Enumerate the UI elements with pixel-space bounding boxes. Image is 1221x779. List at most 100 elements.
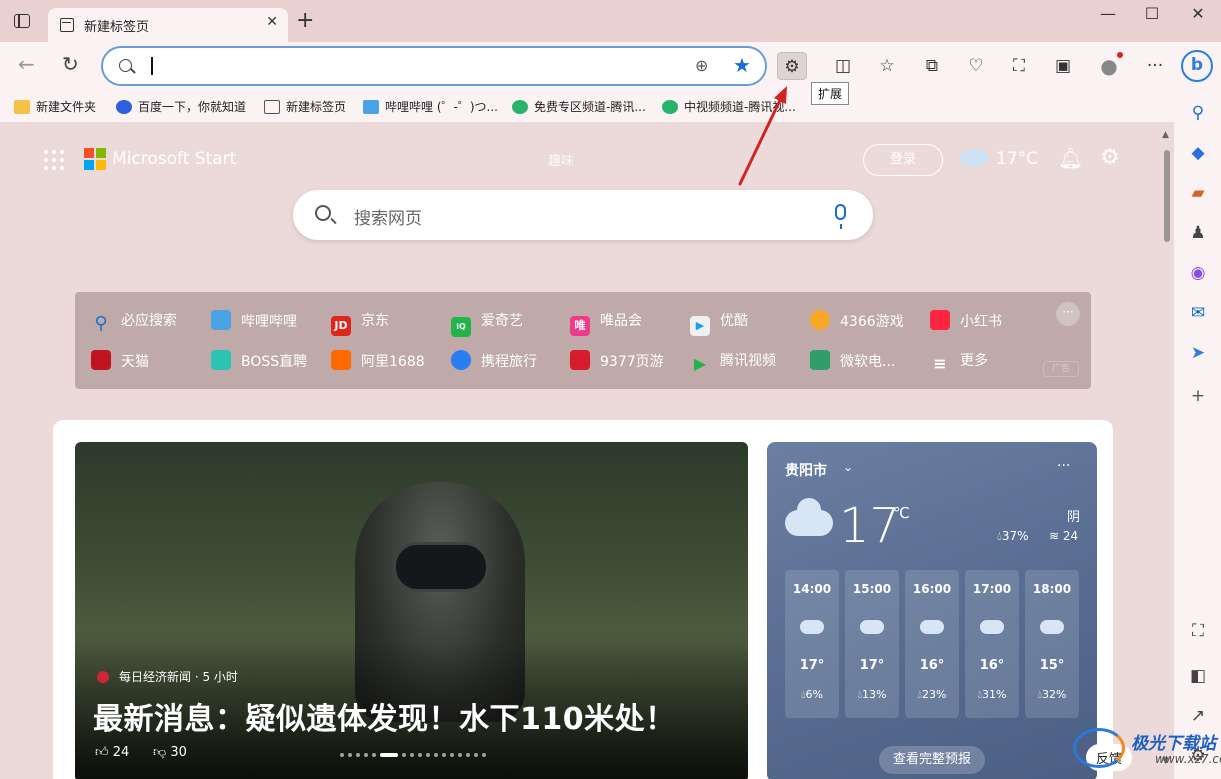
quick-link-label: 4366游戏 — [840, 314, 904, 330]
sidebar-toggle-icon[interactable]: ▣ — [1048, 52, 1078, 80]
weather-card[interactable]: 贵阳市 ⌄ ··· 17 ℃ 阴 💧︎37% ≋ 24 14:00 17° 💧︎… — [767, 442, 1097, 779]
quick-link[interactable]: 9377页游 — [570, 350, 664, 371]
tab-close-icon[interactable]: ✕ — [266, 14, 278, 30]
favorite-star-icon[interactable]: ★ — [733, 53, 751, 77]
quick-link-label: 天猫 — [121, 354, 149, 370]
quick-link[interactable]: BOSS直聘 — [211, 350, 307, 371]
quick-link[interactable]: iQ 爱奇艺 — [451, 310, 523, 337]
dislike-button[interactable]: 👎︎ 30 — [153, 745, 187, 760]
quick-link[interactable]: ≡ 更多 — [930, 350, 988, 374]
page-scrollbar[interactable]: ▲ ▼ — [1160, 128, 1174, 768]
search-icon — [119, 59, 132, 72]
refresh-icon[interactable]: ↻ — [62, 54, 79, 74]
favorite-item[interactable]: 哔哩哔哩 (゜-゜)つ... — [363, 98, 498, 115]
quick-link[interactable]: 微软电... — [810, 350, 895, 371]
quick-link[interactable]: 天猫 — [91, 350, 149, 371]
favorite-label: 新建标签页 — [286, 100, 347, 114]
hour-time: 15:00 — [852, 582, 892, 596]
gear-icon[interactable]: ⚙ — [1100, 145, 1120, 170]
new-tab-button[interactable]: + — [296, 10, 314, 32]
close-window-button[interactable]: ✕ — [1175, 4, 1221, 23]
quick-link-label: BOSS直聘 — [241, 354, 308, 370]
scrollbar-thumb[interactable] — [1164, 150, 1170, 242]
like-button[interactable]: 👍︎ 24 — [95, 745, 129, 760]
collections-icon[interactable]: ⧉ — [917, 52, 947, 80]
zoom-icon[interactable]: ⊕ — [695, 56, 708, 75]
web-search-box[interactable]: 搜索网页 — [293, 190, 873, 240]
quick-link[interactable]: ▶ 腾讯视频 — [690, 350, 776, 374]
maximize-button[interactable]: ☐ — [1129, 4, 1175, 23]
quick-link[interactable]: 携程旅行 — [451, 350, 537, 371]
full-forecast-button[interactable]: 查看完整预报 — [879, 746, 985, 774]
quick-link[interactable]: 阿里1688 — [331, 350, 425, 371]
quick-links-more-icon[interactable]: ··· — [1056, 302, 1080, 326]
scroll-up-arrow-icon[interactable]: ▲ — [1162, 130, 1169, 140]
tools-briefcase-icon[interactable]: ▰ — [1187, 182, 1209, 204]
cloud-icon — [800, 620, 824, 634]
quick-link[interactable]: JD 京东 — [331, 310, 389, 336]
cloud-icon — [920, 620, 944, 634]
profile-notification-dot — [1117, 52, 1123, 58]
4366-game-icon — [810, 310, 830, 330]
tab-new-tab[interactable]: 新建标签页 ✕ — [48, 8, 288, 42]
favorite-item[interactable]: 免费专区频道-腾讯... — [512, 98, 646, 115]
back-arrow-icon[interactable]: ← — [18, 54, 35, 74]
split-screen-icon[interactable]: ◫ — [828, 52, 858, 80]
hour-temp: 16° — [979, 658, 1005, 673]
quick-link[interactable]: 小红书 — [930, 310, 1002, 331]
boss-zhipin-icon — [211, 350, 231, 370]
news-headline[interactable]: 最新消息：疑似遗体发现！水下110米处！ — [93, 694, 676, 738]
bell-icon[interactable]: 🔔︎ — [1058, 146, 1083, 170]
hide-sidebar-icon[interactable]: ◧ — [1187, 665, 1209, 687]
news-source: 每日经济新闻 · 5 小时 — [119, 670, 238, 684]
hero-news-card[interactable]: 每日经济新闻 · 5 小时 最新消息：疑似遗体发现！水下110米处！ 👍︎ 24… — [75, 442, 748, 779]
bing-copilot-icon[interactable]: b — [1181, 50, 1213, 82]
weather-city[interactable]: 贵阳市 — [785, 460, 827, 480]
screenshot-icon[interactable]: ⛶ — [1004, 52, 1034, 80]
tab-actions-icon[interactable] — [14, 14, 30, 28]
microsoft-365-icon[interactable]: ◉ — [1187, 262, 1209, 284]
screenshot-icon[interactable]: ⛶ — [1187, 620, 1209, 642]
favorite-item[interactable]: 百度一下，你就知道 — [116, 98, 246, 115]
favorite-item[interactable]: 新建文件夹 — [14, 98, 96, 115]
bilibili-icon — [211, 310, 231, 330]
app-launcher-icon[interactable] — [44, 150, 64, 170]
quick-link[interactable]: 4366游戏 — [810, 310, 904, 331]
quick-link[interactable]: ▶ 优酷 — [690, 310, 748, 336]
weather-more-icon[interactable]: ··· — [1057, 458, 1070, 474]
quick-link-label: 爱奇艺 — [481, 313, 523, 329]
quick-link[interactable]: 唯唯品会 — [570, 310, 642, 336]
top-nav-link[interactable]: 趣味 — [548, 150, 574, 169]
favorite-item[interactable]: 新建标签页 — [264, 98, 346, 115]
quick-link-label: 阿里1688 — [361, 354, 425, 370]
more-menu-icon[interactable]: ··· — [1140, 52, 1170, 80]
chevron-down-icon[interactable]: ⌄ — [843, 460, 853, 474]
search-icon[interactable]: ⚲ — [1187, 102, 1209, 124]
login-button[interactable]: 登录 — [863, 144, 943, 176]
address-bar[interactable]: ⊕ ★ — [101, 46, 767, 86]
hour-precip: 💧︎13% — [857, 688, 887, 701]
hour-temp: 15° — [1039, 658, 1065, 673]
carousel-dots[interactable] — [340, 753, 486, 757]
shopping-tag-icon[interactable]: ◆ — [1187, 142, 1209, 164]
send-drop-icon[interactable]: ➤ — [1187, 342, 1209, 364]
hour-precip: 💧︎23% — [917, 688, 947, 701]
browser-essentials-icon[interactable]: ♡ — [961, 52, 991, 80]
games-chess-icon[interactable]: ♟ — [1187, 222, 1209, 244]
extensions-puzzle-icon[interactable]: ⚙ — [777, 52, 807, 80]
diver-mask-image — [393, 542, 489, 592]
quick-link[interactable]: ⚲ 必应搜索 — [91, 310, 177, 334]
favorites-icon[interactable]: ☆ — [872, 52, 902, 80]
cloud-icon — [960, 150, 988, 166]
address-input[interactable] — [149, 55, 669, 77]
hour-precip-value: 6% — [805, 688, 823, 701]
watermark-title: 极光下载站 — [1131, 734, 1216, 754]
header-weather-temp[interactable]: 17°C — [996, 149, 1038, 169]
minimize-button[interactable]: — — [1085, 4, 1131, 23]
outlook-icon[interactable]: ✉ — [1187, 302, 1209, 324]
add-sidebar-app-icon[interactable]: + — [1187, 385, 1209, 407]
vipshop-icon: 唯 — [570, 316, 590, 336]
microphone-icon[interactable] — [835, 204, 846, 229]
quick-link[interactable]: 哔哩哔哩 — [211, 310, 297, 331]
ctrip-icon — [451, 350, 471, 370]
